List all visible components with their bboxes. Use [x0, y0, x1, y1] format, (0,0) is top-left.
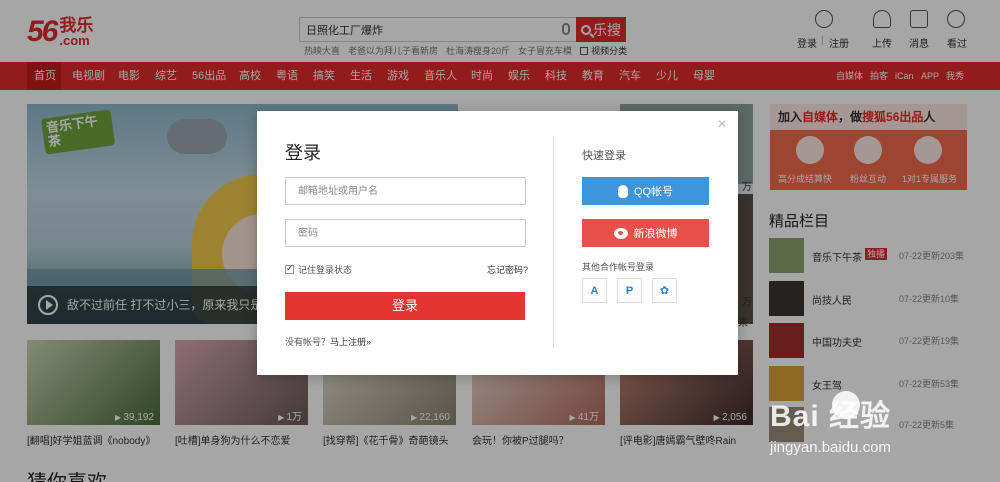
username-input[interactable]	[286, 178, 525, 204]
weibo-icon	[613, 227, 628, 239]
quick-login-title: 快速登录	[582, 150, 626, 162]
login-modal: × 登录 记住登录状态 忘记密码? 登录 没有帐号？马上注册» 快速登录 QQ帐…	[257, 111, 738, 375]
partner-a-icon[interactable]: A	[582, 278, 607, 303]
qq-login-button[interactable]: QQ帐号	[582, 177, 709, 205]
register-now-link[interactable]: 马上注册»	[330, 337, 371, 347]
modal-divider	[553, 136, 554, 348]
remember-label: 记住登录状态	[298, 265, 353, 275]
register-prompt: 没有帐号？马上注册»	[285, 337, 372, 347]
password-field-wrapper	[285, 219, 526, 247]
modal-title: 登录	[285, 143, 321, 163]
other-partners-title: 其他合作帐号登录	[582, 262, 655, 272]
login-button[interactable]: 登录	[285, 292, 525, 320]
close-icon[interactable]: ×	[715, 117, 729, 133]
baidu-jingyan-watermark: Bai 经验 jingyan.baidu.com	[770, 383, 1000, 482]
password-input[interactable]	[286, 220, 525, 246]
remember-checkbox[interactable]	[285, 263, 294, 274]
partner-p-icon[interactable]: P	[617, 278, 642, 303]
forgot-password-link[interactable]: 忘记密码?	[487, 263, 528, 276]
qq-icon	[617, 184, 628, 198]
paw-icon	[832, 391, 860, 419]
remember-me[interactable]: 记住登录状态	[285, 263, 352, 276]
baidu-paw-icon[interactable]: ✿	[652, 278, 677, 303]
username-field-wrapper	[285, 177, 526, 205]
weibo-login-button[interactable]: 新浪微博	[582, 219, 709, 247]
